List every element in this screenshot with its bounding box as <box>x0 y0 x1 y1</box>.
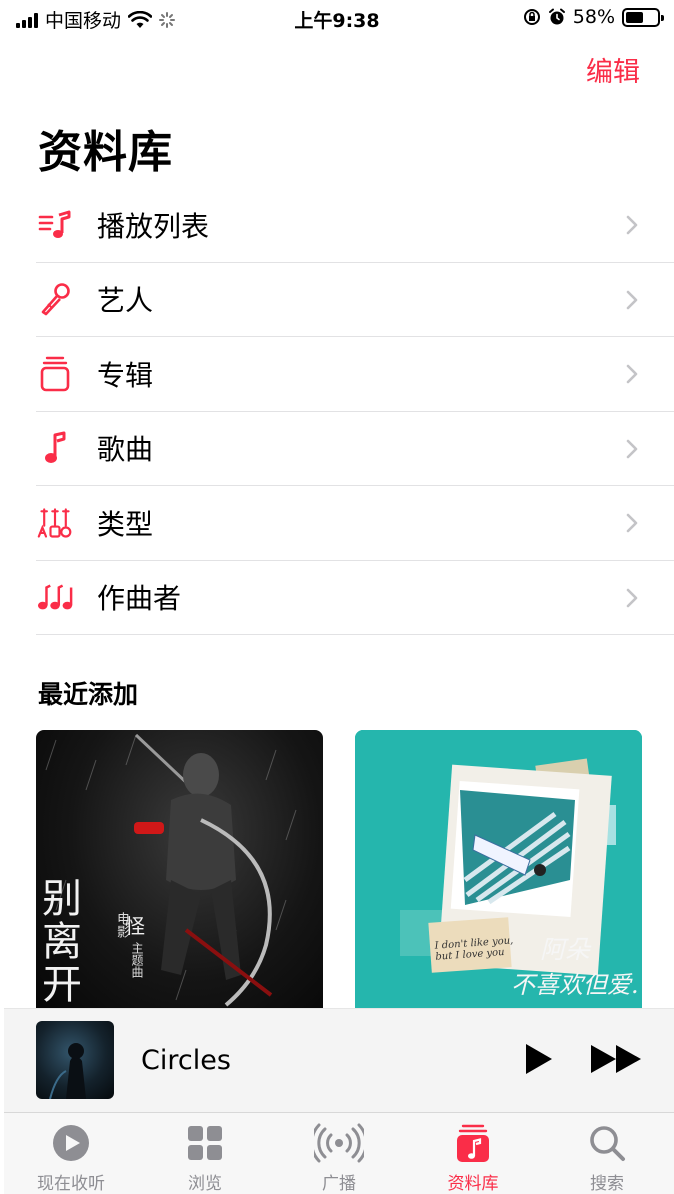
tab-bar: 现在收听 浏览 广播 资料库 搜索 <box>4 1112 674 1194</box>
fast-forward-button[interactable] <box>589 1041 643 1077</box>
chevron-right-icon <box>626 290 638 309</box>
album-1-title: 别离开 <box>42 876 82 1008</box>
rotation-lock-icon <box>523 9 540 25</box>
menu-label: 播放列表 <box>97 209 210 243</box>
menu-label: 类型 <box>97 507 154 541</box>
library-menu: 播放列表 艺人 专辑 歌曲 类型 作曲者 <box>36 188 674 635</box>
menu-item-playlists[interactable]: 播放列表 <box>36 188 674 263</box>
genre-icon <box>37 505 73 541</box>
microphone-icon <box>37 281 73 317</box>
menu-label: 歌曲 <box>97 433 154 467</box>
chevron-right-icon <box>626 513 638 533</box>
play-circle-icon <box>53 1125 89 1161</box>
chevron-right-icon <box>626 588 638 607</box>
tab-label: 资料库 <box>447 1174 499 1194</box>
tab-library[interactable]: 资料库 <box>406 1113 540 1194</box>
album-stack-icon <box>37 356 73 392</box>
library-icon <box>457 1124 489 1162</box>
tab-listen-now[interactable]: 现在收听 <box>4 1113 138 1194</box>
composer-icon <box>37 579 73 615</box>
edit-button[interactable]: 编辑 <box>586 50 640 89</box>
album-cover-1[interactable]: 别离开 电影 怪 主题曲 <box>36 730 323 1020</box>
status-bar: 中国移动 上午9:38 58% <box>0 0 674 34</box>
recently-added-title: 最近添加 <box>38 680 139 709</box>
chevron-right-icon <box>626 439 638 458</box>
tab-browse[interactable]: 浏览 <box>138 1113 272 1194</box>
mini-player[interactable]: Circles <box>4 1008 674 1112</box>
music-note-icon <box>37 430 73 466</box>
tab-label: 现在收听 <box>37 1174 105 1194</box>
menu-item-artists[interactable]: 艺人 <box>36 263 674 337</box>
battery-percent: 58% <box>572 6 615 28</box>
menu-item-composers[interactable]: 作曲者 <box>36 561 674 635</box>
status-right: 58% <box>523 6 664 28</box>
tab-label: 搜索 <box>590 1174 624 1194</box>
tab-label: 广播 <box>322 1174 356 1194</box>
search-icon <box>590 1126 625 1161</box>
album-1-theme: 主题曲 <box>130 942 144 978</box>
menu-item-genres[interactable]: 类型 <box>36 486 674 561</box>
menu-label: 作曲者 <box>97 582 182 616</box>
tab-search[interactable]: 搜索 <box>540 1113 674 1194</box>
album-cover-2[interactable]: I don't like you, but I love you 阿朵 不喜欢但… <box>355 730 642 1020</box>
battery-level <box>626 11 644 23</box>
page-title: 资料库 <box>38 127 173 178</box>
battery-icon <box>622 7 664 27</box>
menu-label: 艺人 <box>97 284 154 318</box>
chevron-right-icon <box>626 364 638 384</box>
album-1-logo: 怪 <box>125 914 145 938</box>
menu-item-songs[interactable]: 歌曲 <box>36 412 674 486</box>
menu-item-albums[interactable]: 专辑 <box>36 337 674 412</box>
play-button[interactable] <box>519 1041 555 1077</box>
album-2-title: 不喜欢但爱. <box>511 971 639 999</box>
chevron-right-icon <box>626 215 638 235</box>
tab-label: 浏览 <box>188 1174 222 1194</box>
album-2-artist: 阿朵 <box>540 935 591 964</box>
tab-radio[interactable]: 广播 <box>272 1113 406 1194</box>
alarm-icon <box>548 8 565 25</box>
grid-icon <box>188 1126 222 1160</box>
playlist-icon <box>37 207 73 243</box>
now-playing-title[interactable]: Circles <box>141 1045 231 1076</box>
menu-label: 专辑 <box>97 358 154 392</box>
now-playing-artwork[interactable] <box>36 1021 114 1099</box>
radio-icon <box>314 1123 364 1163</box>
